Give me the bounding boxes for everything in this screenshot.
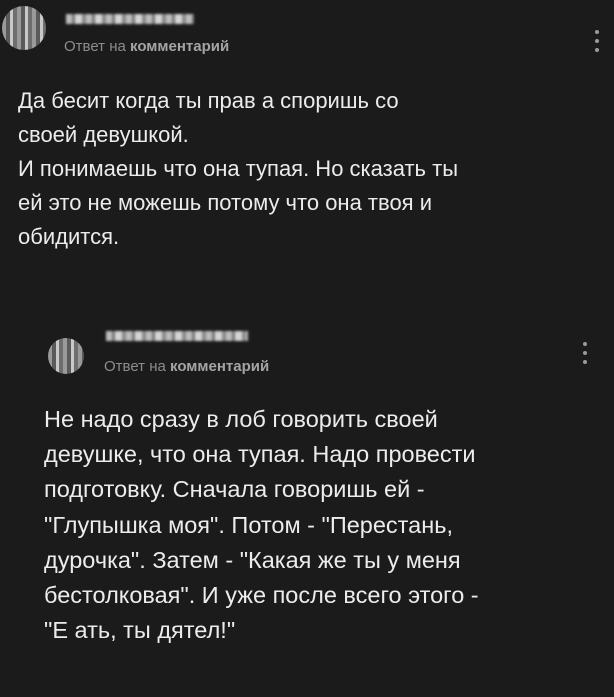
avatar[interactable]: [48, 338, 84, 374]
more-options-icon[interactable]: [582, 342, 588, 364]
reply-comment: Ответ на комментарий Не надо сразу в лоб…: [40, 320, 614, 697]
reply-to-label: Ответ на комментарий: [104, 358, 269, 375]
comment-text: Не надо сразу в лоб говорить своей девуш…: [44, 406, 479, 644]
reply-target-link[interactable]: комментарий: [130, 38, 229, 55]
username-blurred[interactable]: [106, 331, 248, 341]
comment: Ответ на комментарий Да бесит когда ты п…: [0, 0, 614, 320]
more-options-icon[interactable]: [594, 30, 600, 52]
reply-prefix: Ответ на: [64, 38, 126, 55]
avatar[interactable]: [2, 6, 46, 50]
reply-to-label: Ответ на комментарий: [64, 38, 229, 55]
username-blurred[interactable]: [66, 14, 194, 24]
reply-target-link[interactable]: комментарий: [170, 358, 269, 375]
reply-prefix: Ответ на: [104, 358, 166, 375]
comment-text: Да бесит когда ты прав а споришь со свое…: [18, 88, 459, 249]
